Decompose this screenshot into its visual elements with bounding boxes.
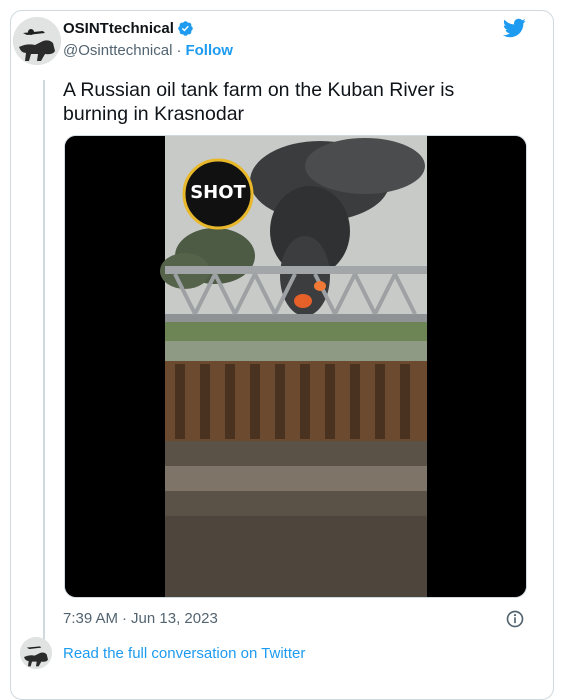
- separator-dot: ·: [122, 610, 128, 627]
- twitter-bird-icon[interactable]: [502, 16, 526, 40]
- handle-row: @Osinttechnical · Follow: [63, 42, 233, 59]
- info-icon[interactable]: [505, 609, 525, 629]
- tweet-text: A Russian oil tank farm on the Kuban Riv…: [63, 79, 455, 125]
- tweet-time: 7:39 AM: [63, 610, 119, 627]
- video-frame: [65, 136, 526, 597]
- author-name-row[interactable]: OSINTtechnical: [63, 20, 194, 37]
- avatar-image: [13, 17, 61, 65]
- thread-line: [43, 80, 45, 640]
- avatar-image: [20, 637, 52, 669]
- display-name[interactable]: OSINTtechnical: [63, 20, 174, 37]
- tweet-date: Jun 13, 2023: [131, 610, 218, 627]
- reply-avatar: [20, 637, 52, 669]
- timestamp[interactable]: 7:39 AM · Jun 13, 2023: [63, 610, 218, 627]
- follow-button[interactable]: Follow: [185, 42, 233, 59]
- separator-dot: ·: [176, 42, 182, 59]
- video-watermark: SHOT: [190, 182, 246, 203]
- tweet-video[interactable]: SHOT: [64, 135, 527, 598]
- handle[interactable]: @Osinttechnical: [63, 42, 172, 59]
- read-conversation-link[interactable]: Read the full conversation on Twitter: [63, 645, 305, 662]
- verified-badge-icon: [178, 21, 193, 36]
- avatar[interactable]: [13, 17, 61, 65]
